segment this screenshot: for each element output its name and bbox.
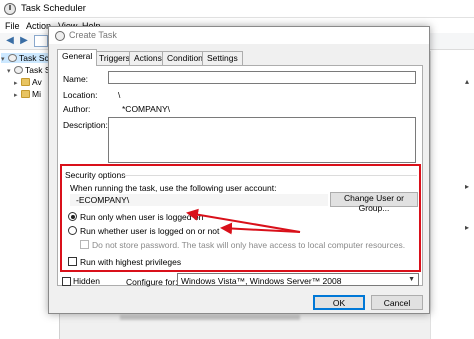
expand-icon[interactable]: ▸	[14, 79, 21, 87]
task-scheduler-icon	[55, 31, 65, 41]
blurred-row	[120, 315, 300, 320]
collapse-icon[interactable]: ▾	[7, 67, 14, 75]
menu-file[interactable]: File	[5, 21, 20, 31]
forward-arrow-icon[interactable]: ▶	[18, 35, 30, 47]
collapse-arrow-icon[interactable]: ▴	[465, 77, 469, 86]
name-field[interactable]	[108, 71, 416, 84]
tab-settings[interactable]: Settings	[202, 51, 243, 65]
tree-item-folder-a[interactable]: ▸ Av	[14, 77, 42, 87]
tree-item-label: Task S	[25, 65, 51, 75]
annotation-highlight-box	[60, 164, 421, 272]
expand-arrow-icon[interactable]: ▸	[465, 223, 469, 232]
screen: Task Scheduler File Action View Help ◀ ▶…	[0, 0, 474, 339]
cancel-button[interactable]: Cancel	[371, 295, 423, 310]
configure-for-select[interactable]: Windows Vista™, Windows Server™ 2008 ▼	[177, 273, 419, 286]
tree-item-folder-m[interactable]: ▸ Mi	[14, 89, 41, 99]
configure-for-label: Configure for:	[126, 277, 178, 287]
hidden-checkbox[interactable]	[62, 277, 71, 286]
description-field[interactable]	[108, 117, 416, 163]
tree-item-library[interactable]: ▾ Task S	[7, 65, 51, 75]
collapse-icon[interactable]: ▾	[1, 55, 8, 63]
expand-icon[interactable]: ▸	[14, 91, 21, 99]
task-scheduler-icon	[4, 3, 16, 15]
scheduler-icon	[8, 54, 17, 62]
location-label: Location:	[63, 90, 98, 100]
main-title-bar: Task Scheduler	[0, 0, 474, 18]
dialog-title: Create Task	[69, 30, 117, 40]
name-input[interactable]	[109, 72, 415, 83]
location-value: \	[118, 90, 121, 100]
author-label: Author:	[63, 104, 91, 114]
folder-icon	[21, 78, 30, 86]
name-label: Name:	[63, 74, 89, 84]
scheduler-icon	[14, 66, 23, 74]
folder-icon	[21, 90, 30, 98]
hidden-label[interactable]: Hidden	[73, 276, 100, 286]
main-window-title: Task Scheduler	[21, 3, 86, 14]
task-list-strip	[60, 310, 430, 339]
description-input[interactable]	[109, 118, 415, 162]
expand-arrow-icon[interactable]: ▸	[465, 182, 469, 191]
dialog-title-bar: Create Task	[49, 27, 429, 44]
tree-item-label: Av	[32, 77, 42, 87]
back-arrow-icon[interactable]: ◀	[4, 35, 16, 47]
chevron-down-icon: ▼	[408, 276, 415, 283]
description-label: Description:	[63, 120, 108, 130]
author-value: *COMPANY\	[122, 104, 171, 114]
tree-item-label: Mi	[32, 89, 41, 99]
ok-button[interactable]: OK	[313, 295, 365, 310]
show-hide-tree-icon[interactable]	[34, 35, 48, 47]
configure-for-value: Windows Vista™, Windows Server™ 2008	[181, 276, 342, 286]
actions-pane: ▴ ▸ ▸	[430, 51, 474, 339]
tab-general[interactable]: General	[57, 49, 98, 66]
